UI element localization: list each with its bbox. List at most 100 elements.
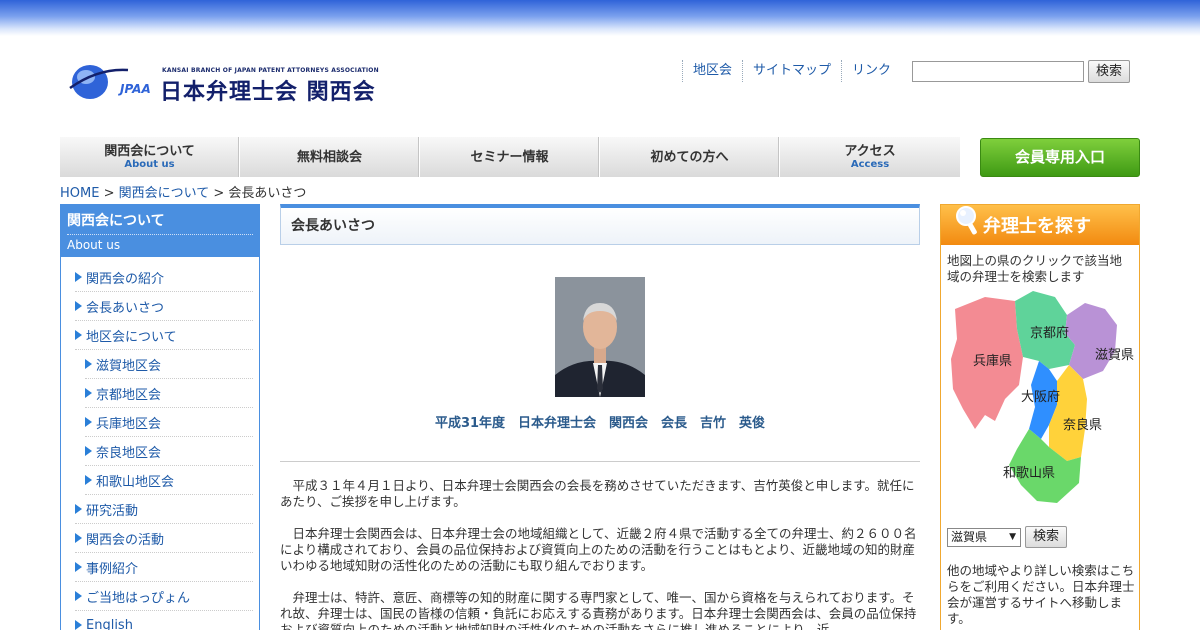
- dropdown-arrow-icon: ▼: [1009, 532, 1016, 542]
- sidebar-item-intro[interactable]: 関西会の紹介: [75, 263, 253, 292]
- map-region-shiga[interactable]: [1065, 303, 1117, 379]
- sidebar-item-label: 事例紹介: [86, 561, 139, 577]
- nav-beginners-label: 初めての方へ: [650, 149, 729, 165]
- prefecture-select-value: 滋賀県: [951, 530, 988, 544]
- sidebar-item-label: 関西会の紹介: [86, 271, 165, 287]
- sidebar-item-label: 会長あいさつ: [86, 300, 165, 316]
- triangle-icon: [75, 272, 82, 282]
- sidebar-item-label: 奈良地区会: [96, 445, 162, 461]
- logo-jpaa-text: JPAA: [120, 82, 151, 96]
- sidebar-item-label: 兵庫地区会: [96, 416, 162, 432]
- nav-seminar-label: セミナー情報: [470, 149, 549, 165]
- breadcrumb-parent[interactable]: 関西会について: [119, 186, 210, 201]
- president-photo: [555, 277, 645, 397]
- page-title: 会長あいさつ: [280, 204, 920, 245]
- nav-access-label: アクセス: [844, 143, 896, 159]
- site-logo[interactable]: JPAA KANSAI BRANCH OF JAPAN PATENT ATTOR…: [68, 60, 388, 105]
- sidebar-title-en: About us: [67, 238, 121, 252]
- sidebar-item-english[interactable]: English: [75, 611, 253, 630]
- breadcrumb: HOME > 関西会について > 会長あいさつ: [60, 182, 306, 201]
- triangle-icon: [75, 504, 82, 514]
- map-label-nara: 奈良県: [1063, 417, 1102, 433]
- header-link-district[interactable]: 地区会: [682, 60, 742, 82]
- search-input[interactable]: [912, 61, 1084, 82]
- nav-consultation[interactable]: 無料相談会: [240, 137, 420, 177]
- greeting-paragraph: 日本弁理士会関西会は、日本弁理士会の地域組織として、近畿２府４県で活動する全ての…: [280, 526, 917, 573]
- breadcrumb-separator: >: [209, 186, 229, 201]
- find-attorney-header: 弁理士を探す: [941, 205, 1139, 245]
- triangle-icon: [85, 475, 92, 485]
- prefecture-select[interactable]: 滋賀県 ▼: [947, 528, 1021, 547]
- sidebar-item-wakayama[interactable]: 和歌山地区会: [85, 466, 253, 495]
- sidebar-menu: 関西会の紹介 会長あいさつ 地区会について 滋賀地区会 京都地区会 兵庫地区会 …: [61, 257, 259, 630]
- triangle-icon: [85, 359, 92, 369]
- triangle-icon: [85, 417, 92, 427]
- triangle-icon: [85, 388, 92, 398]
- sidebar-item-research[interactable]: 研究活動: [75, 495, 253, 524]
- nav-about[interactable]: 関西会について About us: [60, 137, 240, 177]
- sidebar-item-label: 地区会について: [86, 329, 177, 345]
- triangle-icon: [75, 330, 82, 340]
- nav-beginners[interactable]: 初めての方へ: [600, 137, 780, 177]
- sidebar-item-label: 京都地区会: [96, 387, 162, 403]
- sidebar-item-nara[interactable]: 奈良地区会: [85, 437, 253, 466]
- breadcrumb-current: 会長あいさつ: [228, 186, 307, 201]
- portrait-image: [555, 277, 645, 397]
- triangle-icon: [75, 301, 82, 311]
- sidebar-item-label: 和歌山地区会: [96, 474, 175, 490]
- sidebar-item-greeting[interactable]: 会長あいさつ: [75, 292, 253, 321]
- sidebar-item-kyoto[interactable]: 京都地区会: [85, 379, 253, 408]
- greeting-paragraph: 弁理士は、特許、意匠、商標等の知的財産に関する専門家として、唯一、国から資格を与…: [280, 590, 917, 630]
- nav-about-sublabel: About us: [124, 158, 175, 170]
- photo-caption: 平成31年度 日本弁理士会 関西会 会長 吉竹 英俊: [434, 416, 766, 431]
- sidebar-item-label: English: [86, 617, 133, 630]
- map-label-hyogo: 兵庫県: [973, 354, 1012, 369]
- sidebar-header: 関西会について About us: [61, 205, 259, 257]
- logo-subtitle: KANSAI BRANCH OF JAPAN PATENT ATTORNEYS …: [162, 67, 379, 74]
- kansai-map: 京都府 滋賀県 兵庫県 大阪府 奈良県 和歌山県: [951, 291, 1134, 503]
- map-label-kyoto: 京都府: [1030, 326, 1069, 341]
- header-link-sitemap[interactable]: サイトマップ: [742, 60, 841, 82]
- magnifier-icon: [956, 206, 977, 235]
- sidebar-item-shiga[interactable]: 滋賀地区会: [85, 350, 253, 379]
- nav-access[interactable]: アクセス Access: [780, 137, 960, 177]
- nav-seminar[interactable]: セミナー情報: [420, 137, 600, 177]
- sidebar-title: 関西会について: [67, 210, 253, 235]
- logo-title: 日本弁理士会 関西会: [160, 80, 376, 105]
- sidebar-item-label: ご当地はっぴょん: [86, 590, 191, 606]
- map-label-shiga: 滋賀県: [1095, 348, 1134, 363]
- triangle-icon: [75, 620, 82, 630]
- sidebar-item-label: 研究活動: [86, 503, 139, 519]
- triangle-icon: [75, 591, 82, 601]
- triangle-icon: [75, 533, 82, 543]
- nav-consultation-label: 無料相談会: [296, 149, 362, 165]
- breadcrumb-home[interactable]: HOME: [60, 186, 99, 201]
- sidebar-item-label: 関西会の活動: [86, 532, 165, 548]
- sidebar-item-hyogo[interactable]: 兵庫地区会: [85, 408, 253, 437]
- breadcrumb-separator: >: [99, 186, 119, 201]
- content-divider: [280, 461, 920, 462]
- triangle-icon: [85, 446, 92, 456]
- detailed-search-link[interactable]: 他の地域やより詳しい検索はこちらをご利用ください。日本弁理士会が運営するサイトへ…: [947, 563, 1135, 627]
- search-button[interactable]: 検索: [1088, 60, 1130, 83]
- nav-about-label: 関西会について: [104, 143, 195, 159]
- sidebar-item-label: 滋賀地区会: [96, 358, 162, 374]
- prefecture-search-button[interactable]: 検索: [1025, 526, 1067, 548]
- header-link-links[interactable]: リンク: [841, 60, 901, 82]
- header-links: 地区会 サイトマップ リンク: [682, 60, 901, 82]
- sidebar-item-cases[interactable]: 事例紹介: [75, 553, 253, 582]
- map-label-wakayama: 和歌山県: [1003, 466, 1055, 481]
- triangle-icon: [75, 562, 82, 572]
- member-login-button[interactable]: 会員専用入口: [980, 138, 1140, 177]
- sidebar-item-districts[interactable]: 地区会について: [75, 321, 253, 350]
- sidebar-item-activities[interactable]: 関西会の活動: [75, 524, 253, 553]
- sidebar-item-happyon[interactable]: ご当地はっぴょん: [75, 582, 253, 611]
- right-sidebar: 弁理士を探す 地図上の県のクリックで該当地域の弁理士を検索します 京都府 滋賀県…: [940, 204, 1140, 630]
- find-attorney-title: 弁理士を探す: [983, 216, 1091, 237]
- top-gradient-bar: [0, 0, 1200, 36]
- nav-access-sublabel: Access: [850, 158, 890, 170]
- global-nav: 関西会について About us 無料相談会 セミナー情報 初めての方へ アクセ…: [60, 137, 960, 177]
- greeting-paragraph: 平成３１年４月１日より、日本弁理士会関西会の会長を務めさせていただきます、吉竹英…: [280, 478, 915, 509]
- map-instructions: 地図上の県のクリックで該当地域の弁理士を検索します: [947, 253, 1123, 284]
- left-sidebar: 関西会について About us 関西会の紹介 会長あいさつ 地区会について 滋…: [60, 204, 260, 630]
